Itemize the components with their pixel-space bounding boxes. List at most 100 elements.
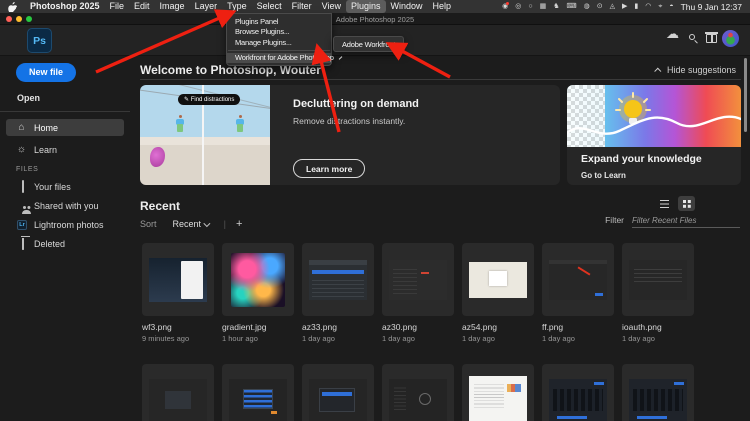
menu-item-workfront[interactable]: Workfront for Adobe Photoshop bbox=[227, 53, 331, 64]
sidebar-item-shared-with-you[interactable]: Shared with you bbox=[6, 197, 124, 214]
sort-dropdown[interactable]: Recent bbox=[173, 219, 210, 229]
files-section-label: FILES bbox=[16, 166, 38, 173]
menubar-plugins[interactable]: Plugins bbox=[346, 0, 386, 13]
menubar-window[interactable]: Window bbox=[386, 0, 428, 13]
recent-file-tile[interactable] bbox=[142, 364, 214, 421]
sort-divider: | bbox=[224, 219, 226, 229]
menu-item-browse-plugins[interactable]: Browse Plugins... bbox=[227, 27, 331, 38]
apple-icon[interactable] bbox=[8, 2, 17, 12]
suggestion-card-decluttering: ✎ Find distractions Decluttering on dema… bbox=[140, 85, 560, 185]
shield-icon[interactable]: ◍ bbox=[584, 0, 590, 13]
menubar-select[interactable]: Select bbox=[252, 0, 287, 13]
whats-new-gift-icon[interactable] bbox=[706, 34, 717, 43]
moon-icon[interactable]: ○ bbox=[528, 0, 532, 13]
learn-more-button[interactable]: Learn more bbox=[293, 159, 365, 178]
recent-file-tile[interactable]: az30.png 1 day ago bbox=[382, 243, 454, 343]
add-sort-button[interactable]: + bbox=[236, 219, 242, 229]
find-distractions-badge: ✎ Find distractions bbox=[178, 94, 240, 105]
menubar-view[interactable]: View bbox=[317, 0, 346, 13]
menubar-layer[interactable]: Layer bbox=[190, 0, 223, 13]
filter-controls: Filter bbox=[605, 214, 740, 228]
account-avatar[interactable] bbox=[722, 30, 739, 47]
go-to-learn-link[interactable]: Go to Learn bbox=[581, 171, 626, 180]
sidebar-item-learn[interactable]: ☼ Learn bbox=[6, 141, 124, 158]
file-time: 1 day ago bbox=[462, 334, 534, 343]
menu-separator bbox=[228, 50, 330, 51]
minimize-window-button[interactable] bbox=[16, 16, 22, 22]
close-window-button[interactable] bbox=[6, 16, 12, 22]
sidebar-item-home[interactable]: ⌂ Home bbox=[6, 119, 124, 136]
card-title: Decluttering on demand bbox=[293, 98, 419, 110]
screenshot-thumbnail bbox=[389, 379, 447, 421]
grid-view-icon[interactable] bbox=[678, 196, 695, 211]
recent-files-row-1: wf3.png 9 minutes ago gradient.jpg 1 hou… bbox=[142, 243, 694, 343]
card-title: Expand your knowledge bbox=[581, 153, 702, 165]
recent-file-tile[interactable] bbox=[542, 364, 614, 421]
new-file-button[interactable]: New file bbox=[16, 63, 76, 82]
menubar-app-name[interactable]: Photoshop 2025 bbox=[25, 0, 105, 13]
az30-thumbnail bbox=[389, 260, 447, 300]
file-name: az33.png bbox=[302, 322, 374, 332]
globe-icon[interactable]: ◎ bbox=[515, 0, 521, 13]
search-icon[interactable] bbox=[689, 34, 697, 42]
home-icon: ⌂ bbox=[16, 122, 27, 133]
menubar-help[interactable]: Help bbox=[428, 0, 457, 13]
recent-file-tile[interactable]: wf3.png 9 minutes ago bbox=[142, 243, 214, 343]
az33-thumbnail bbox=[309, 260, 367, 300]
menu-item-adobe-workfront[interactable]: Adobe Workfront bbox=[342, 40, 395, 49]
target-icon[interactable]: ⊙ bbox=[597, 0, 603, 13]
menubar-status-area: ◉ ◎ ○ ▦ ♞ ⌨ ◍ ⊙ ◬ ▶ ▮ ◠ ⌖ ◓ Thu 9 Jan 12… bbox=[502, 0, 742, 13]
recent-files-row-2 bbox=[142, 364, 694, 421]
battery-icon[interactable]: ▮ bbox=[634, 0, 638, 13]
home-content: Welcome to Photoshop, Wouter Hide sugges… bbox=[130, 56, 750, 421]
list-view-icon[interactable] bbox=[656, 197, 672, 211]
file-name: az54.png bbox=[462, 322, 534, 332]
recent-file-tile[interactable] bbox=[622, 364, 694, 421]
recent-file-tile[interactable]: ioauth.png 1 day ago bbox=[622, 243, 694, 343]
sidebar-item-your-files[interactable]: Your files bbox=[6, 178, 124, 195]
camera-icon[interactable]: ◬ bbox=[610, 0, 615, 13]
recent-file-tile[interactable]: gradient.jpg 1 hour ago bbox=[222, 243, 294, 343]
sidebar-item-deleted[interactable]: Deleted bbox=[6, 235, 124, 252]
file-name: ff.png bbox=[542, 322, 614, 332]
menu-item-manage-plugins[interactable]: Manage Plugins... bbox=[227, 37, 331, 48]
control-center-icon[interactable]: ◓ bbox=[669, 0, 673, 13]
file-time: 1 day ago bbox=[302, 334, 374, 343]
antivirus-icon[interactable]: ♞ bbox=[553, 0, 559, 13]
open-button[interactable]: Open bbox=[17, 93, 40, 103]
zoom-window-button[interactable] bbox=[26, 16, 32, 22]
menubar-filter[interactable]: Filter bbox=[287, 0, 317, 13]
menubar-edit[interactable]: Edit bbox=[129, 0, 155, 13]
recent-heading: Recent bbox=[140, 199, 180, 213]
recent-file-tile[interactable]: ff.png 1 day ago bbox=[542, 243, 614, 343]
play-icon[interactable]: ▶ bbox=[622, 0, 627, 13]
workfront-submenu: Adobe Workfront bbox=[333, 36, 404, 52]
file-time: 9 minutes ago bbox=[142, 334, 214, 343]
recent-file-tile[interactable]: az54.png 1 day ago bbox=[462, 243, 534, 343]
keyboard-icon[interactable]: ⌨ bbox=[567, 0, 577, 13]
menubar-type[interactable]: Type bbox=[222, 0, 252, 13]
window-titlebar: Adobe Photoshop 2025 bbox=[0, 13, 750, 25]
recent-file-tile[interactable] bbox=[302, 364, 374, 421]
menubar-image[interactable]: Image bbox=[155, 0, 190, 13]
recent-file-tile[interactable]: az33.png 1 day ago bbox=[302, 243, 374, 343]
vertical-scrollbar[interactable] bbox=[744, 58, 747, 132]
file-time: 1 day ago bbox=[542, 334, 614, 343]
recent-file-tile[interactable] bbox=[462, 364, 534, 421]
hide-suggestions-button[interactable]: Hide suggestions bbox=[656, 65, 736, 75]
wifi-icon[interactable]: ◠ bbox=[645, 0, 651, 13]
screen-recording-icon[interactable]: ◉ bbox=[502, 0, 508, 13]
cloud-sync-icon[interactable]: ☁ bbox=[666, 26, 679, 42]
document-thumbnail bbox=[469, 376, 527, 421]
recent-file-tile[interactable] bbox=[222, 364, 294, 421]
filter-label: Filter bbox=[605, 215, 624, 228]
recent-file-tile[interactable] bbox=[382, 364, 454, 421]
filter-recent-files-input[interactable] bbox=[632, 214, 740, 228]
menubar-clock[interactable]: Thu 9 Jan 12:37 bbox=[681, 2, 742, 12]
spotlight-icon[interactable]: ⌖ bbox=[658, 0, 662, 13]
window-manager-icon[interactable]: ▦ bbox=[540, 0, 547, 13]
sidebar-item-lightroom-photos[interactable]: Lr Lightroom photos bbox=[6, 216, 124, 233]
menubar-file[interactable]: File bbox=[105, 0, 130, 13]
sort-controls: Sort Recent | + bbox=[140, 219, 242, 229]
menu-item-plugins-panel[interactable]: Plugins Panel bbox=[227, 16, 331, 27]
